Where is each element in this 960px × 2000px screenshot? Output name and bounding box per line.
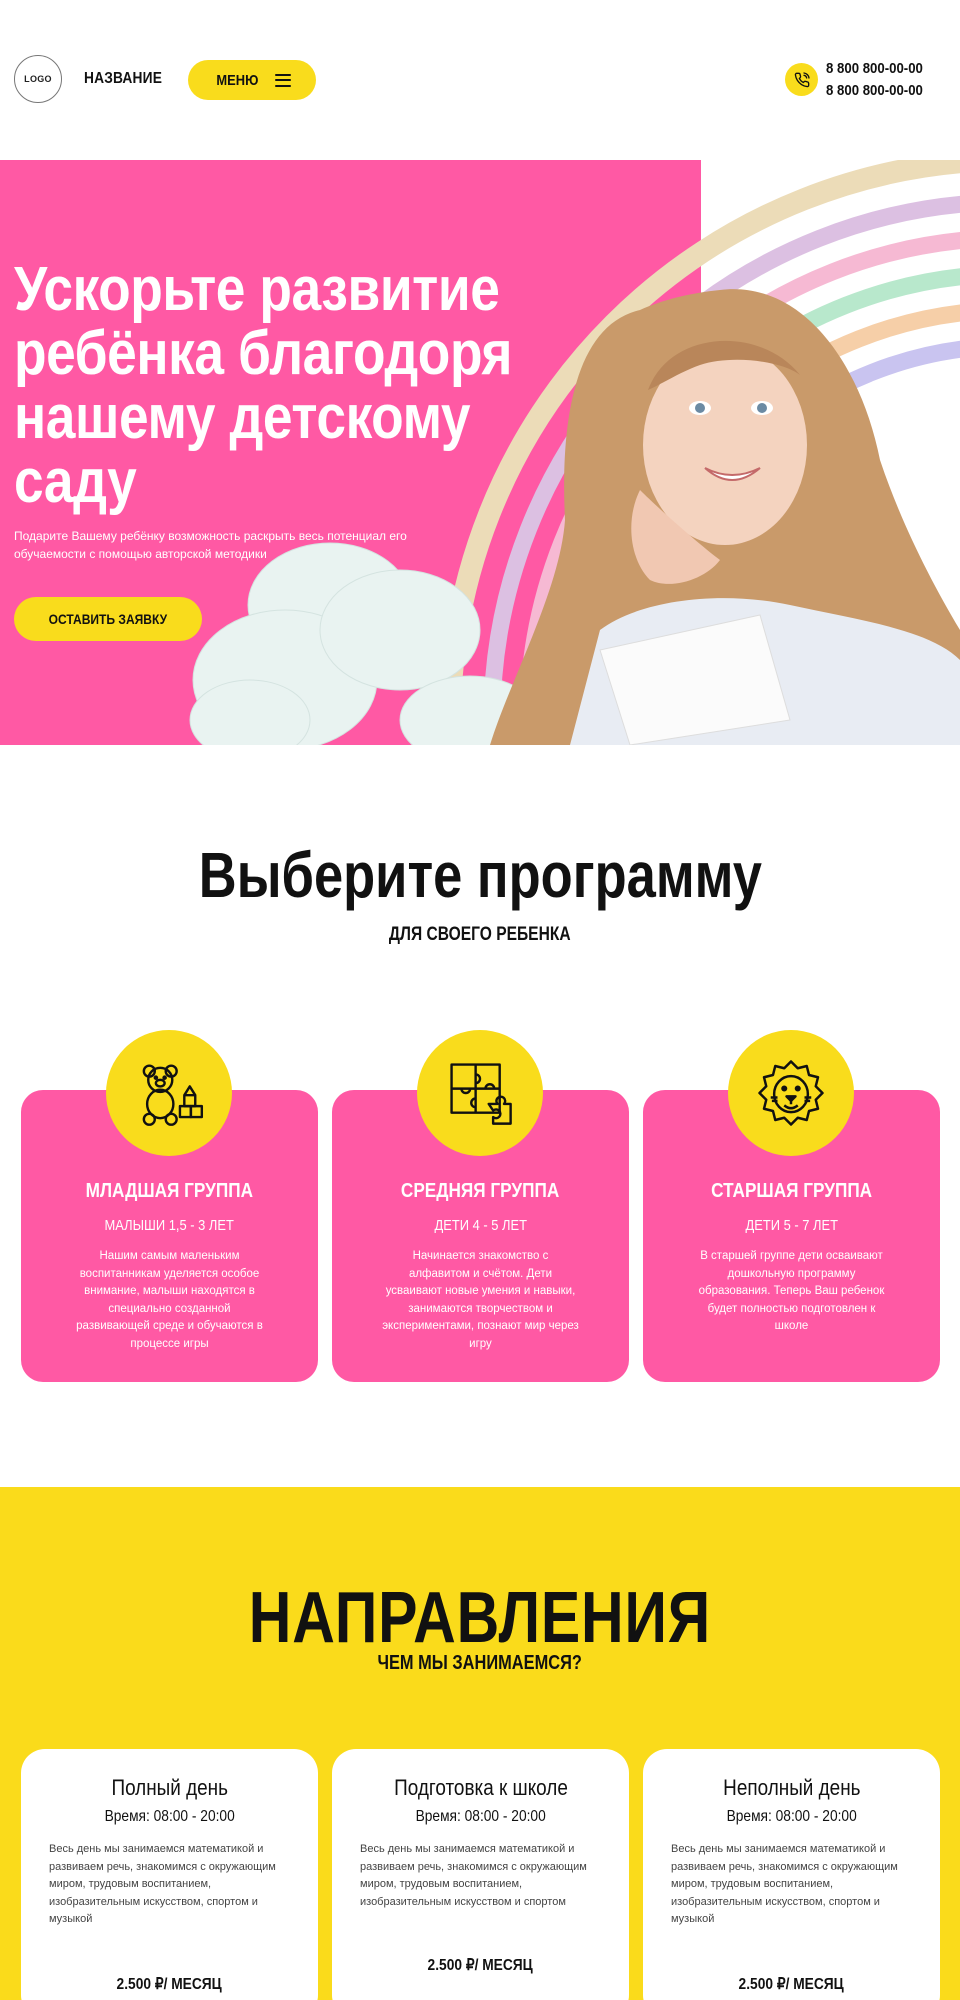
- menu-button-label: МЕНЮ: [216, 71, 258, 89]
- direction-card-time: Время: 08:00 - 20:00: [415, 1808, 546, 1825]
- direction-card-school-prep[interactable]: Подготовка к школе Время: 08:00 - 20:00 …: [332, 1749, 629, 2000]
- program-card-text: Начинается знакомство с алфавитом и счёт…: [382, 1250, 579, 1350]
- program-card-text: Нашим самым маленьким воспитанникам удел…: [76, 1250, 263, 1350]
- program-card-age: МАЛЫШИ 1,5 - 3 ЛЕТ: [104, 1217, 235, 1234]
- hero-section: Ускорьте развитие ребёнка благодоря наше…: [0, 160, 960, 745]
- direction-card-price: 2.500 ₽/ МЕСЯЦ: [427, 1957, 534, 1974]
- program-card-title: СРЕДНЯЯ ГРУППА: [401, 1180, 560, 1202]
- hero-title-line: ребёнка благодоря: [14, 319, 513, 388]
- hero-title: Ускорьте развитие ребёнка благодоря наше…: [14, 258, 534, 514]
- hamburger-icon: [275, 73, 292, 87]
- direction-card-title: Полный день: [111, 1775, 228, 1800]
- direction-card-price: 2.500 ₽/ МЕСЯЦ: [738, 1976, 845, 1993]
- direction-card-text: Весь день мы занимаемся математикой и ра…: [49, 1843, 276, 1925]
- direction-card-full-day[interactable]: Полный день Время: 08:00 - 20:00 Весь де…: [21, 1749, 318, 2000]
- submit-request-label: ОСТАВИТЬ ЗАЯВКУ: [48, 611, 168, 627]
- puzzle-icon: [417, 1030, 543, 1156]
- hero-title-line: саду: [14, 447, 137, 516]
- program-card-age: ДЕТИ 4 - 5 ЛЕТ: [434, 1217, 527, 1234]
- submit-request-button[interactable]: ОСТАВИТЬ ЗАЯВКУ: [14, 597, 202, 641]
- phone-icon[interactable]: [785, 63, 818, 96]
- phone-numbers: 8 800 800-00-00 8 800 800-00-00: [826, 58, 936, 102]
- programs-subtitle: ДЛЯ СВОЕГО РЕБЕНКА: [389, 924, 571, 945]
- programs-title: Выберите программу: [198, 839, 762, 911]
- program-card-age: ДЕТИ 5 - 7 ЛЕТ: [745, 1217, 838, 1234]
- directions-subtitle: ЧЕМ МЫ ЗАНИМАЕМСЯ?: [377, 1652, 583, 1674]
- direction-card-text: Весь день мы занимаемся математикой и ра…: [671, 1843, 898, 1925]
- direction-card-text: Весь день мы занимаемся математикой и ра…: [360, 1843, 587, 1908]
- direction-card-part-day[interactable]: Неполный день Время: 08:00 - 20:00 Весь …: [643, 1749, 940, 2000]
- phone-number-1[interactable]: 8 800 800-00-00: [826, 58, 923, 80]
- hero-title-line: нашему детскому: [14, 383, 471, 452]
- phone-number-2[interactable]: 8 800 800-00-00: [826, 80, 923, 102]
- direction-card-title: Подготовка к школе: [393, 1775, 568, 1800]
- direction-card-time: Время: 08:00 - 20:00: [104, 1808, 235, 1825]
- program-card-title: СТАРШАЯ ГРУППА: [710, 1180, 873, 1202]
- directions-title: НАПРАВЛЕНИЯ: [248, 1578, 712, 1658]
- direction-card-price: 2.500 ₽/ МЕСЯЦ: [116, 1976, 223, 1993]
- logo-text: LOGO: [24, 74, 52, 84]
- logo[interactable]: LOGO: [14, 55, 62, 103]
- hero-subtitle: Подарите Вашему ребёнку возможность раск…: [14, 529, 407, 561]
- direction-card-title: Неполный день: [722, 1775, 861, 1800]
- menu-button[interactable]: МЕНЮ: [188, 60, 316, 100]
- hero-title-line: Ускорьте развитие: [14, 255, 500, 324]
- brand-name[interactable]: НАЗВАНИЕ: [84, 70, 162, 88]
- direction-card-time: Время: 08:00 - 20:00: [726, 1808, 857, 1825]
- directions-section: НАПРАВЛЕНИЯ ЧЕМ МЫ ЗАНИМАЕМСЯ? Полный де…: [0, 1487, 960, 2000]
- site-header: LOGO НАЗВАНИЕ МЕНЮ 8 800 800-00-00 8 800…: [0, 0, 960, 160]
- lion-icon: [728, 1030, 854, 1156]
- program-card-text: В старшей группе дети осваивают дошкольн…: [698, 1250, 885, 1332]
- teddy-bear-icon: [106, 1030, 232, 1156]
- program-card-title: МЛАДШАЯ ГРУППА: [85, 1180, 254, 1202]
